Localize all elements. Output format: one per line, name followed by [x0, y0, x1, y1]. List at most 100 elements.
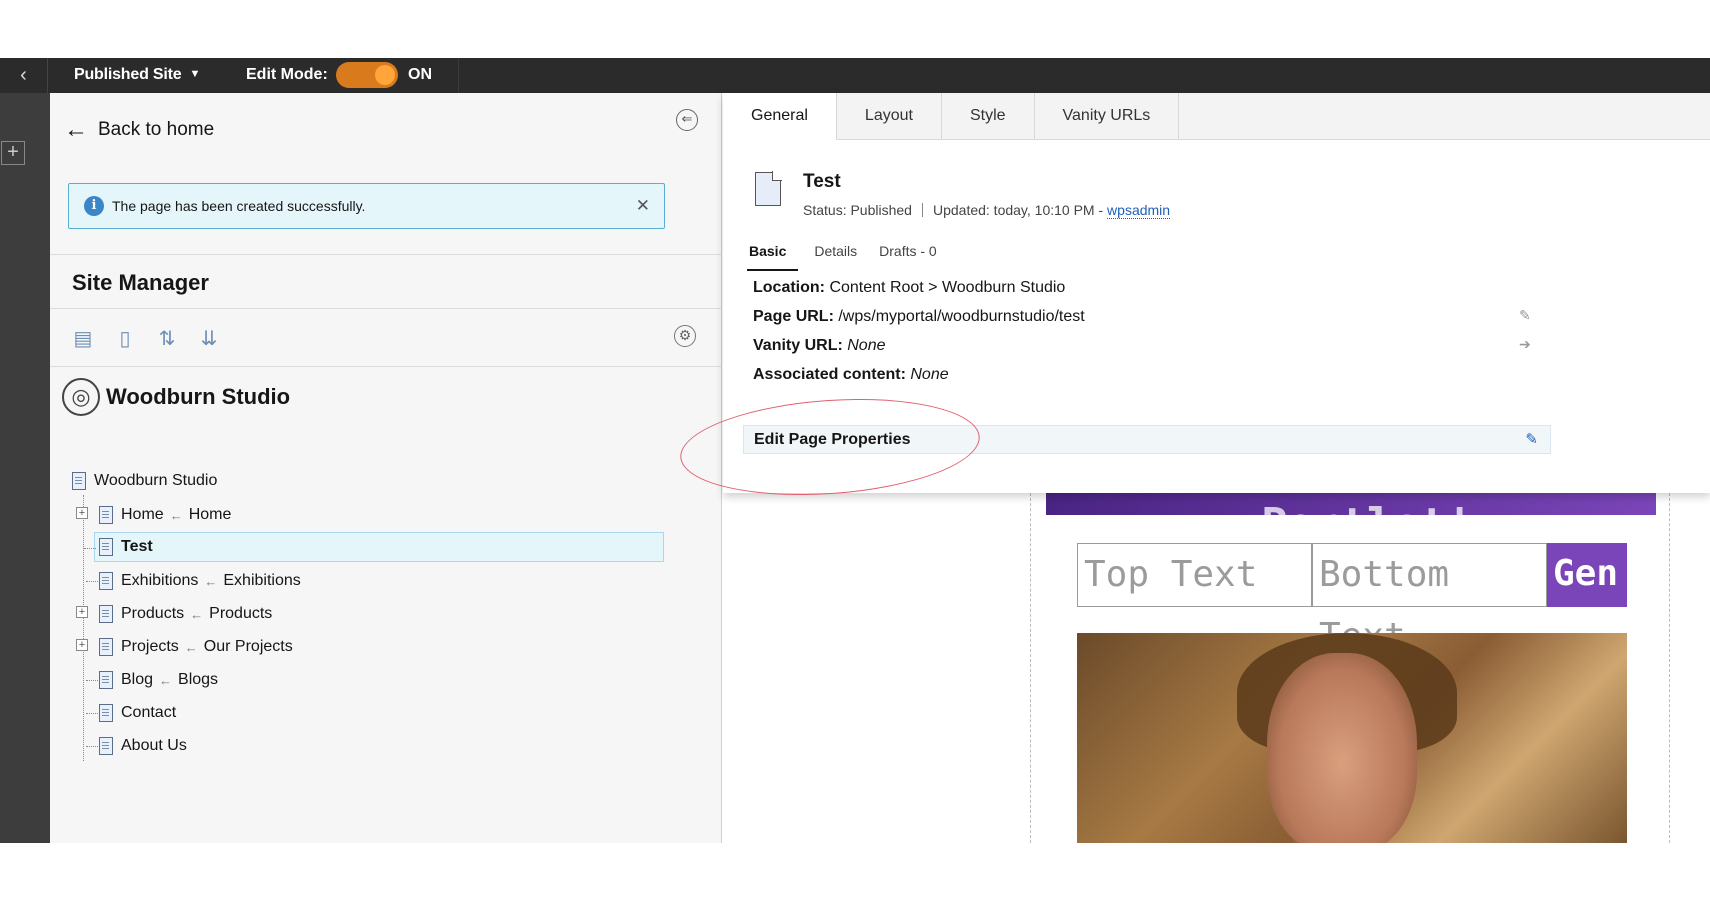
tree-node-label: Test: [121, 538, 153, 555]
add-content-button[interactable]: +: [1, 141, 25, 165]
tree-connector: [84, 548, 96, 549]
tree-node-label: Exhibitions: [121, 572, 199, 589]
collapse-all-icon[interactable]: ⇊: [198, 326, 220, 350]
properties-subtabs: Basic Details Drafts - 0: [747, 243, 943, 271]
tree-node-contact[interactable]: Contact: [86, 698, 176, 728]
status-text: Status: Published: [803, 202, 912, 218]
tree-node-root[interactable]: Woodburn Studio: [72, 466, 217, 496]
tree-connector: [86, 746, 98, 747]
tree-node-about-us[interactable]: About Us: [86, 731, 187, 761]
vanity-url-row: Vanity URL: None: [753, 337, 886, 355]
page-icon: [99, 506, 113, 524]
tree-node-label: Projects: [121, 638, 179, 655]
tree-connector: [86, 713, 98, 714]
edit-mode-toggle[interactable]: [336, 62, 398, 88]
vanity-url-label: Vanity URL:: [753, 337, 843, 354]
tree-connector: [86, 680, 98, 681]
tree-node-source: Home: [188, 506, 232, 523]
site-name: Woodburn Studio: [106, 384, 291, 409]
tab-style[interactable]: Style: [942, 93, 1035, 140]
circle-arrow-left-icon: ⇐: [681, 111, 693, 126]
collapse-panel-button[interactable]: ⇐: [676, 109, 698, 131]
site-manager-panel: ← Back to home ⇐ i The page has been cre…: [50, 93, 722, 843]
page-icon: [99, 638, 113, 656]
settings-icon[interactable]: ⚙: [674, 325, 696, 347]
caret-down-icon: ▼: [189, 68, 201, 80]
screenshot-frame: ‹ Published Site ▼ Edit Mode: ON + ← Back…: [0, 0, 1710, 901]
close-icon[interactable]: ✕: [636, 196, 650, 216]
meme-portlet-preview: Portlet! Top Text Bottom Text Gen: [1030, 473, 1670, 843]
expand-icon[interactable]: +: [76, 606, 88, 618]
bottom-text-input[interactable]: Bottom Text: [1312, 543, 1547, 657]
vanity-url-value: None: [847, 337, 886, 354]
subtab-drafts[interactable]: Drafts - 0: [879, 243, 943, 271]
tree-node-label: Home: [121, 506, 164, 523]
tree-node-test[interactable]: Test: [84, 532, 664, 562]
collapse-rail-button[interactable]: ‹: [0, 58, 48, 93]
location-label: Location:: [753, 279, 825, 296]
info-icon: i: [84, 196, 104, 216]
tree-toolbar: ▤ ▯ ⇅ ⇊: [72, 326, 220, 350]
tree-node-source: Exhibitions: [223, 572, 301, 589]
page-document-icon: [755, 171, 782, 206]
page-icon: [99, 538, 113, 556]
edit-mode-label: Edit Mode:: [246, 66, 328, 83]
properties-tabs: General Layout Style Vanity URLs: [723, 93, 1710, 140]
tree-node-home[interactable]: + Home ← Home: [76, 500, 232, 530]
meme-image: [1077, 633, 1627, 843]
tree-node-blog[interactable]: Blog ← Blogs: [86, 665, 219, 695]
move-icon[interactable]: ⇅: [156, 326, 178, 350]
generate-button[interactable]: Gen: [1547, 543, 1627, 607]
pencil-icon[interactable]: ✎: [1519, 307, 1531, 324]
source-arrow-icon: ←: [169, 507, 183, 523]
source-arrow-icon: ←: [159, 672, 173, 688]
new-page-icon[interactable]: ▤: [72, 326, 94, 350]
left-rail: +: [0, 93, 50, 843]
tree-node-exhibitions[interactable]: Exhibitions ← Exhibitions: [86, 566, 301, 596]
updated-text: Updated: today, 10:10 PM -: [932, 202, 1104, 218]
location-value: Content Root > Woodburn Studio: [829, 279, 1066, 296]
associated-content-label: Associated content:: [753, 366, 906, 383]
published-site-dropdown[interactable]: Published Site ▼: [74, 66, 200, 84]
tab-layout[interactable]: Layout: [837, 93, 942, 140]
page-status-line: Status: Published Updated: today, 10:10 P…: [803, 202, 1171, 219]
page-url-value: /wps/myportal/woodburnstudio/test: [838, 308, 1085, 325]
site-header: ◎ Woodburn Studio: [62, 378, 290, 416]
location-row: Location: Content Root > Woodburn Studio: [753, 279, 1065, 297]
tree-node-products[interactable]: + Products ← Products: [76, 599, 272, 629]
pencil-icon[interactable]: ✎: [1525, 426, 1538, 453]
edit-mode-state: ON: [408, 66, 432, 83]
page-icon: [99, 671, 113, 689]
page-icon: [99, 572, 113, 590]
notification-message: The page has been created successfully.: [112, 198, 366, 214]
expand-icon[interactable]: +: [76, 507, 88, 519]
tree-node-source: Blogs: [178, 671, 219, 688]
page-icon[interactable]: ▯: [114, 326, 136, 350]
page-icon: [99, 605, 113, 623]
meme-form: Top Text Bottom Text Gen: [1077, 543, 1627, 657]
arrow-right-icon[interactable]: ➔: [1519, 336, 1531, 353]
user-link[interactable]: wpsadmin: [1107, 202, 1171, 219]
back-to-home-label: Back to home: [98, 119, 215, 140]
source-arrow-icon: ←: [204, 573, 218, 589]
tree-node-projects[interactable]: + Projects ← Our Projects: [76, 632, 293, 662]
top-text-input[interactable]: Top Text: [1077, 543, 1312, 607]
source-arrow-icon: ←: [190, 606, 204, 622]
published-site-label: Published Site: [74, 66, 182, 83]
associated-content-row: Associated content: None: [753, 366, 949, 384]
arrow-left-icon: ←: [64, 116, 88, 143]
tree-node-source: Our Projects: [203, 638, 293, 655]
tree-node-label: Woodburn Studio: [94, 472, 218, 489]
back-to-home-link[interactable]: ← Back to home: [64, 116, 215, 143]
expand-icon[interactable]: +: [76, 639, 88, 651]
panel-title: Site Manager: [72, 270, 209, 295]
toolbar-divider: [458, 58, 459, 93]
tab-general[interactable]: General: [723, 93, 837, 140]
divider: [50, 308, 722, 309]
subtab-details[interactable]: Details: [814, 243, 863, 271]
tab-vanity-urls[interactable]: Vanity URLs: [1035, 93, 1180, 140]
tree-node-label: About Us: [121, 737, 187, 754]
subtab-basic[interactable]: Basic: [747, 243, 799, 271]
tree-node-label: Products: [121, 605, 185, 622]
page-title: Test: [803, 171, 841, 192]
